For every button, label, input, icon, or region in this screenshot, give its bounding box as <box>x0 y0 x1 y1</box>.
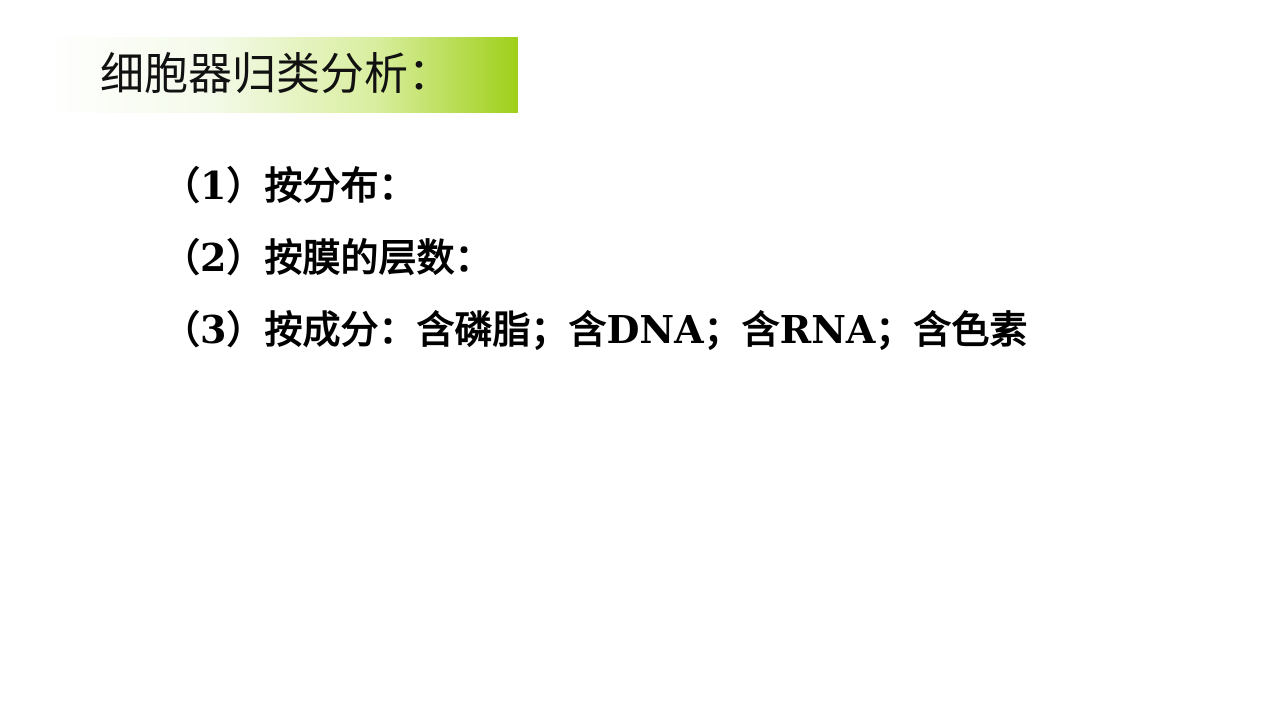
list-item-composition: （3）按成分：含磷脂；含DNA；含RNA；含色素 <box>162 307 1028 352</box>
list-item-membrane-layers: （2）按膜的层数： <box>162 235 493 280</box>
slide: 细胞器归类分析： （1）按分布： （2）按膜的层数： （3）按成分：含磷脂；含D… <box>0 0 1280 720</box>
list-item-distribution: （1）按分布： <box>162 163 417 208</box>
slide-title: 细胞器归类分析： <box>100 49 452 100</box>
content-list: （1）按分布： （2）按膜的层数： （3）按成分：含磷脂；含DNA；含RNA；含… <box>162 156 1242 372</box>
